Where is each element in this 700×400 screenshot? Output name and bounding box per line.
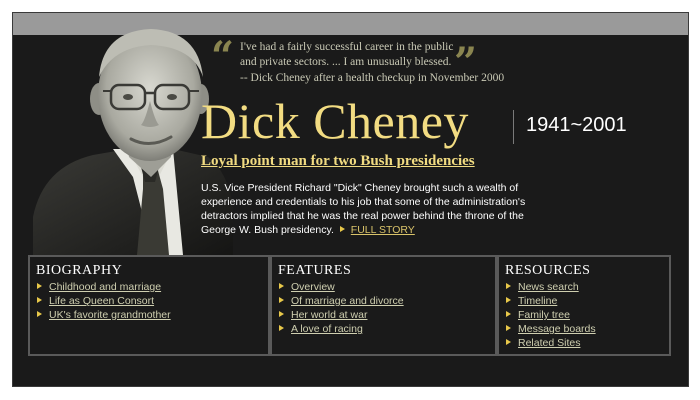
resources-link[interactable]: Timeline: [518, 295, 557, 307]
features-panel: FEATURES Overview Of marriage and divorc…: [270, 255, 497, 356]
biography-heading: BIOGRAPHY: [36, 263, 123, 278]
biography-link[interactable]: UK's favorite grandmother: [49, 309, 171, 321]
page-title: Dick Cheney: [201, 93, 469, 149]
list-item: Overview: [279, 280, 404, 294]
features-links: Overview Of marriage and divorce Her wor…: [279, 280, 404, 336]
resources-links: News search Timeline Family tree Message…: [506, 280, 596, 350]
biography-links: Childhood and marriage Life as Queen Con…: [37, 280, 171, 322]
list-item: Family tree: [506, 308, 596, 322]
full-story-link[interactable]: FULL STORY: [351, 224, 415, 236]
arrow-right-icon: [37, 311, 42, 317]
arrow-right-icon: [506, 339, 511, 345]
list-item: Related Sites: [506, 336, 596, 350]
arrow-right-icon: [506, 283, 511, 289]
arrow-right-icon: [279, 311, 284, 317]
biography-panel: BIOGRAPHY Childhood and marriage Life as…: [28, 255, 270, 356]
arrow-right-icon: [339, 226, 345, 232]
resources-link[interactable]: News search: [518, 281, 579, 293]
resources-heading: RESOURCES: [505, 263, 591, 278]
title-divider: [513, 110, 514, 144]
lifespan-years: 1941~2001: [526, 114, 627, 136]
biography-link[interactable]: Childhood and marriage: [49, 281, 161, 293]
list-item: Life as Queen Consort: [37, 294, 171, 308]
features-link[interactable]: Her world at war: [291, 309, 367, 321]
features-heading: FEATURES: [278, 263, 352, 278]
resources-link[interactable]: Message boards: [518, 323, 596, 335]
resources-panel: RESOURCES News search Timeline Family tr…: [497, 255, 671, 356]
arrow-right-icon: [279, 325, 284, 331]
biography-link[interactable]: Life as Queen Consort: [49, 295, 154, 307]
list-item: Timeline: [506, 294, 596, 308]
arrow-right-icon: [506, 325, 511, 331]
list-item: A love of racing: [279, 322, 404, 336]
resources-link[interactable]: Family tree: [518, 309, 570, 321]
quote-attribution: -- Dick Cheney after a health checkup in…: [240, 72, 505, 84]
resources-link[interactable]: Related Sites: [518, 337, 580, 349]
list-item: UK's favorite grandmother: [37, 308, 171, 322]
arrow-right-icon: [506, 311, 511, 317]
features-link[interactable]: Of marriage and divorce: [291, 295, 404, 307]
page-subtitle: Loyal point man for two Bush presidencie…: [201, 153, 475, 169]
open-quote-mark: “: [211, 33, 235, 80]
arrow-right-icon: [279, 283, 284, 289]
feature-page: “ I've had a fairly successful career in…: [12, 12, 689, 387]
summary-paragraph: U.S. Vice President Richard "Dick" Chene…: [201, 181, 546, 237]
arrow-right-icon: [37, 297, 42, 303]
list-item: Of marriage and divorce: [279, 294, 404, 308]
list-item: News search: [506, 280, 596, 294]
quote-text: I've had a fairly successful career in t…: [240, 41, 454, 68]
features-link[interactable]: A love of racing: [291, 323, 363, 335]
arrow-right-icon: [279, 297, 284, 303]
features-link[interactable]: Overview: [291, 281, 335, 293]
list-item: Message boards: [506, 322, 596, 336]
list-item: Her world at war: [279, 308, 404, 322]
arrow-right-icon: [506, 297, 511, 303]
list-item: Childhood and marriage: [37, 280, 171, 294]
arrow-right-icon: [37, 283, 42, 289]
